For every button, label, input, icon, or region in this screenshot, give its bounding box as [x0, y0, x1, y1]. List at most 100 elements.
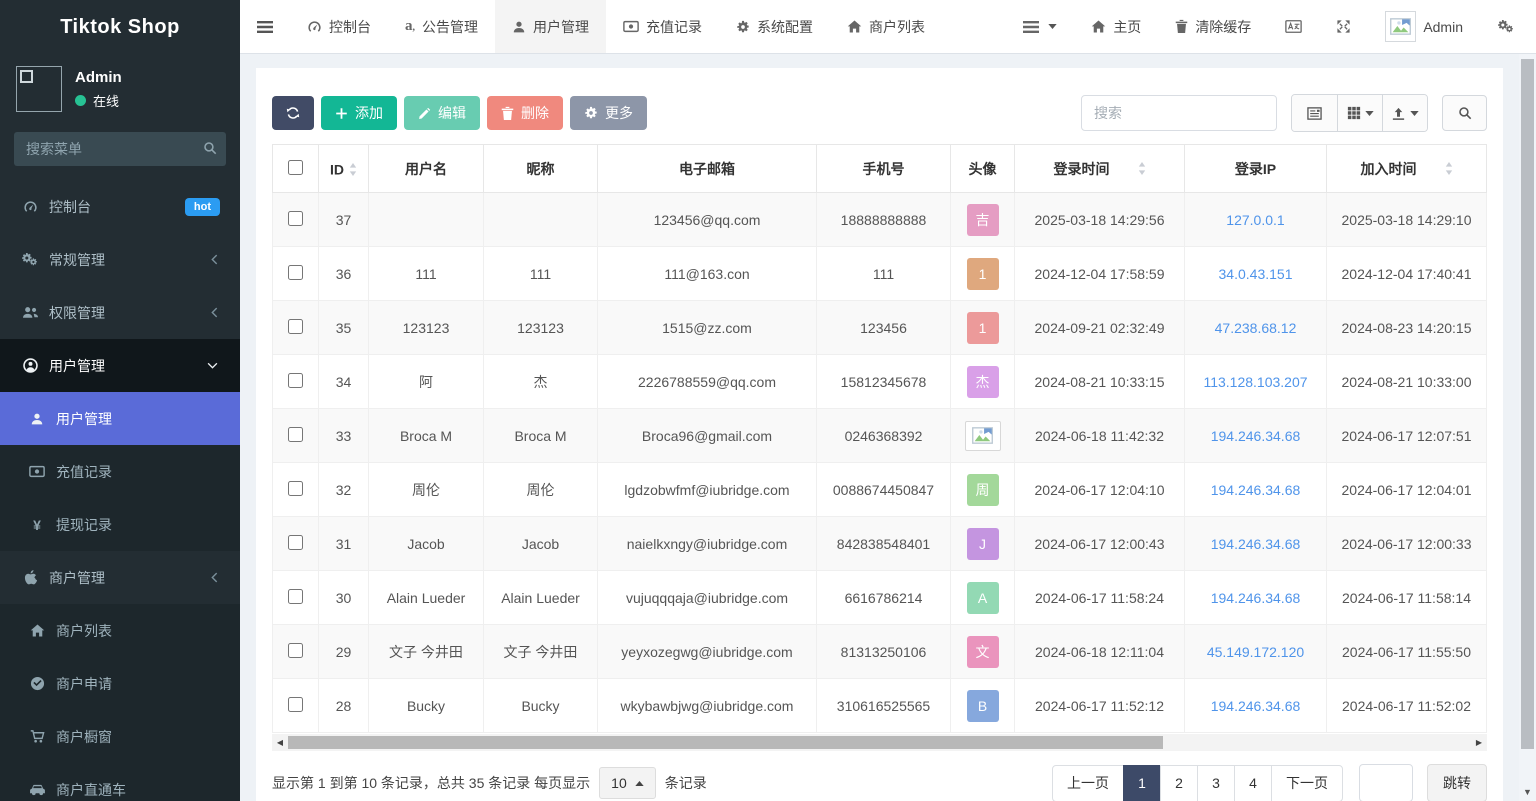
cell-join-time: 2024-06-17 12:00:33 — [1327, 517, 1487, 571]
sort-icon[interactable] — [1138, 162, 1146, 175]
select-all-checkbox[interactable] — [273, 145, 319, 193]
home-icon — [1091, 19, 1106, 34]
scroll-right-arrow[interactable]: ▶ — [1471, 734, 1487, 751]
row-checkbox-cell — [273, 193, 319, 247]
scroll-down-arrow[interactable]: ▼ — [1519, 787, 1536, 797]
table-search-input[interactable] — [1081, 95, 1277, 131]
edit-button[interactable]: 编辑 — [404, 96, 480, 130]
more-button[interactable]: 更多 — [570, 96, 647, 130]
nav-item-console[interactable]: 控制台 — [290, 0, 388, 53]
sidebar-item-user-list[interactable]: 用户管理 — [0, 392, 240, 445]
login-ip-link[interactable]: 194.246.34.68 — [1211, 590, 1301, 606]
sidebar-item-merchant-mgmt[interactable]: 商户管理 — [0, 551, 240, 604]
row-checkbox[interactable] — [288, 427, 303, 442]
sidebar-search-input[interactable] — [14, 132, 226, 166]
sidebar-item-merchant-list[interactable]: 商户列表 — [0, 604, 240, 657]
login-ip-link[interactable]: 34.0.43.151 — [1219, 266, 1293, 282]
nav-item-user-mgmt[interactable]: 用户管理 — [495, 0, 606, 53]
sidebar-item-merchant-express[interactable]: 商户直通车 — [0, 763, 240, 801]
row-checkbox[interactable] — [288, 481, 303, 496]
cell-phone: 18888888888 — [817, 193, 951, 247]
sort-icon[interactable] — [349, 163, 357, 176]
column-header[interactable]: 昵称 — [484, 145, 598, 193]
add-button[interactable]: 添加 — [321, 96, 397, 130]
horizontal-scroll-thumb[interactable] — [288, 736, 1163, 749]
row-checkbox-cell — [273, 409, 319, 463]
sort-icon[interactable] — [1445, 162, 1453, 175]
delete-button[interactable]: 删除 — [487, 96, 563, 130]
prev-page-button[interactable]: 上一页 — [1052, 765, 1124, 801]
export-button[interactable] — [1382, 95, 1427, 131]
page-button-1[interactable]: 1 — [1123, 765, 1161, 801]
column-header[interactable]: 头像 — [951, 145, 1015, 193]
row-checkbox[interactable] — [288, 643, 303, 658]
sidebar-item-label: 商户申请 — [56, 674, 112, 694]
login-ip-link[interactable]: 194.246.34.68 — [1211, 482, 1301, 498]
nav-item-menu-dropdown[interactable] — [1006, 0, 1074, 53]
page-button-4[interactable]: 4 — [1234, 765, 1272, 801]
column-header[interactable]: 加入时间 — [1327, 145, 1487, 193]
detail-view-button[interactable] — [1292, 95, 1337, 131]
columns-button[interactable] — [1337, 95, 1382, 131]
row-checkbox[interactable] — [288, 319, 303, 334]
search-icon[interactable] — [203, 141, 217, 155]
row-checkbox[interactable] — [288, 697, 303, 712]
nav-item-home[interactable]: 主页 — [1074, 0, 1158, 53]
nav-item-recharge[interactable]: 充值记录 — [606, 0, 719, 53]
horizontal-scroll-track[interactable] — [288, 734, 1471, 751]
cell-phone: 111 — [817, 247, 951, 301]
jump-page-input[interactable] — [1359, 764, 1413, 801]
page-button-3[interactable]: 3 — [1197, 765, 1235, 801]
row-checkbox[interactable] — [288, 265, 303, 280]
column-header[interactable]: ID — [319, 145, 369, 193]
dashboard-icon — [307, 19, 322, 34]
login-ip-link[interactable]: 113.128.103.207 — [1203, 374, 1307, 390]
sidebar-item-recharge-records[interactable]: 充值记录 — [0, 445, 240, 498]
search-button[interactable] — [1442, 95, 1487, 131]
nav-item-merchant-list[interactable]: 商户列表 — [830, 0, 942, 53]
nav-item-fullscreen[interactable] — [1319, 0, 1368, 53]
login-ip-link[interactable]: 194.246.34.68 — [1211, 698, 1301, 714]
login-ip-link[interactable]: 47.238.68.12 — [1215, 320, 1297, 336]
column-header[interactable]: 用户名 — [369, 145, 484, 193]
scroll-left-arrow[interactable]: ◀ — [272, 734, 288, 751]
row-checkbox[interactable] — [288, 211, 303, 226]
column-header[interactable]: 电子邮箱 — [598, 145, 817, 193]
column-header[interactable]: 手机号 — [817, 145, 951, 193]
login-ip-link[interactable]: 127.0.0.1 — [1226, 212, 1284, 228]
row-checkbox[interactable] — [288, 373, 303, 388]
sidebar-toggle-button[interactable] — [240, 0, 290, 53]
nav-item-admin-user[interactable]: Admin — [1368, 0, 1480, 53]
nav-item-system-config[interactable]: 系统配置 — [719, 0, 830, 53]
page-size-dropdown[interactable]: 10 — [599, 767, 656, 799]
nav-item-announcements[interactable]: a,公告管理 — [388, 0, 495, 53]
pagination: 上一页1234下一页 跳转 — [1052, 764, 1487, 801]
nav-item-language[interactable] — [1268, 0, 1319, 53]
sidebar-item-console[interactable]: 控制台hot — [0, 180, 240, 233]
avatar: 文 — [967, 636, 999, 668]
sidebar-item-general-mgmt[interactable]: 常规管理 — [0, 233, 240, 286]
column-header[interactable]: 登录IP — [1185, 145, 1327, 193]
next-page-button[interactable]: 下一页 — [1271, 765, 1343, 801]
horizontal-scrollbar[interactable]: ◀ ▶ — [272, 734, 1487, 751]
sidebar-item-user-mgmt[interactable]: 用户管理 — [0, 339, 240, 392]
login-ip-link[interactable]: 194.246.34.68 — [1211, 536, 1301, 552]
vertical-scroll-thumb[interactable] — [1521, 59, 1534, 749]
sidebar-item-merchant-apply[interactable]: 商户申请 — [0, 657, 240, 710]
row-checkbox[interactable] — [288, 535, 303, 550]
column-header[interactable]: 登录时间 — [1015, 145, 1185, 193]
jump-button[interactable]: 跳转 — [1427, 764, 1487, 801]
sidebar-item-permission-mgmt[interactable]: 权限管理 — [0, 286, 240, 339]
sidebar-item-merchant-showcase[interactable]: 商户橱窗 — [0, 710, 240, 763]
nav-item-settings[interactable] — [1480, 0, 1532, 53]
nav-item-clear-cache[interactable]: 清除缓存 — [1158, 0, 1268, 53]
page-button-2[interactable]: 2 — [1160, 765, 1198, 801]
refresh-button[interactable] — [272, 96, 314, 130]
row-checkbox[interactable] — [288, 589, 303, 604]
vertical-scrollbar[interactable]: ▼ — [1519, 54, 1536, 801]
login-ip-link[interactable]: 194.246.34.68 — [1211, 428, 1301, 444]
select-all-checkbox[interactable] — [288, 160, 303, 175]
sidebar-item-withdraw-records[interactable]: ¥提现记录 — [0, 498, 240, 551]
cell-email: vujuqqqaja@iubridge.com — [598, 571, 817, 625]
login-ip-link[interactable]: 45.149.172.120 — [1207, 644, 1304, 660]
